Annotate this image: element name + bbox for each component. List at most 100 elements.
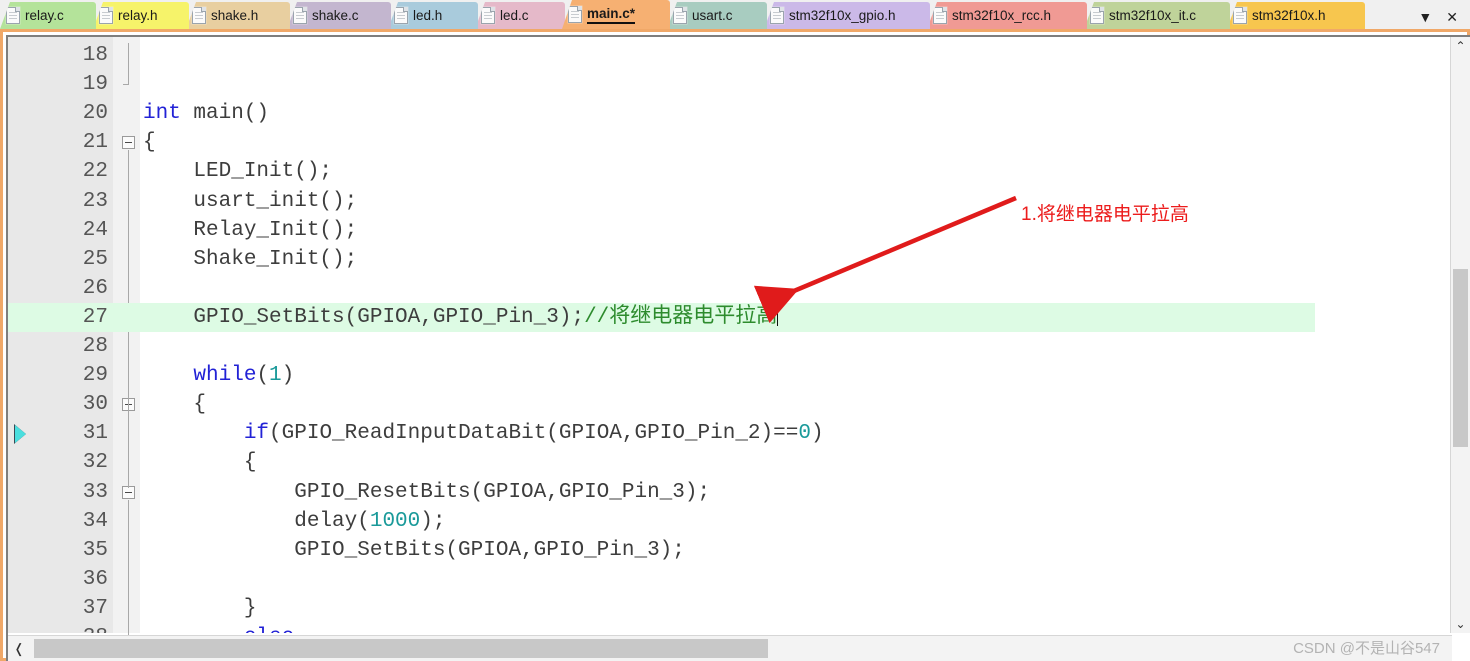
file-icon: [933, 7, 947, 24]
code-text: if(GPIO_ReadInputDataBit(GPIOA,GPIO_Pin_…: [243, 422, 824, 446]
file-icon: [481, 7, 495, 24]
code-line[interactable]: 32 {: [8, 448, 1442, 477]
code-line[interactable]: 22 LED_Init();: [8, 157, 1442, 186]
code-line[interactable]: 23 usart_init();: [8, 187, 1442, 216]
line-number: 37: [82, 596, 108, 620]
code-line[interactable]: 37 }: [8, 594, 1442, 623]
tab-main-c-[interactable]: main.c*: [562, 0, 670, 29]
tab-relay-h[interactable]: relay.h: [93, 2, 189, 29]
tab-label: led.h: [413, 8, 443, 23]
file-icon: [394, 7, 408, 24]
code-line[interactable]: 26: [8, 274, 1442, 303]
line-number: 30: [82, 393, 108, 417]
file-icon: [770, 7, 784, 24]
code-line[interactable]: 35 GPIO_SetBits(GPIOA,GPIO_Pin_3);: [8, 536, 1442, 565]
code-text: }: [143, 596, 257, 620]
scroll-up-icon[interactable]: ⌃: [1451, 37, 1470, 55]
code-line[interactable]: 36: [8, 565, 1442, 594]
chevron-down-icon[interactable]: ▼: [1418, 10, 1432, 24]
code-text: else: [143, 623, 294, 633]
code-text: GPIO_SetBits(GPIOA,GPIO_Pin_3);//将继电器电平拉…: [143, 303, 779, 329]
line-number: 28: [82, 335, 108, 358]
code-line[interactable]: 31 if(GPIO_ReadInputDataBit(GPIOA,GPIO_P…: [8, 419, 1442, 448]
tab-list: relay.c relay.h shake.h shake.c led.h led.c ma…: [0, 0, 1365, 29]
line-number: 38: [8, 623, 108, 633]
tab-bar-controls: ▼ ✕: [1408, 10, 1470, 29]
vertical-scrollbar-thumb[interactable]: [1453, 269, 1468, 447]
tab-stm32f10x-rcc-h[interactable]: stm32f10x_rcc.h: [927, 2, 1087, 29]
code-text: GPIO_ResetBits(GPIOA,GPIO_Pin_3);: [143, 480, 711, 504]
code-text: Shake_Init();: [143, 247, 358, 271]
horizontal-scrollbar[interactable]: ❬ CSDN @不是山谷547: [8, 635, 1452, 661]
code-text: Relay_Init();: [143, 218, 358, 242]
code-line[interactable]: 21 {: [8, 128, 1442, 157]
code-text: GPIO_SetBits(GPIOA,GPIO_Pin_3);: [143, 538, 685, 562]
vertical-scrollbar[interactable]: ⌃ ⌄: [1450, 37, 1470, 633]
line-number: 23: [82, 189, 108, 213]
code-text: {: [143, 393, 207, 417]
annotation-label: 1.将继电器电平拉高: [1021, 204, 1189, 225]
file-icon: [99, 7, 113, 24]
file-icon: [6, 7, 20, 24]
code-text: int main(): [143, 102, 270, 126]
code-line[interactable]: 33 GPIO_ResetBits(GPIOA,GPIO_Pin_3);: [8, 478, 1442, 507]
code-text: usart_init();: [143, 189, 358, 213]
tab-usart-c[interactable]: usart.c: [667, 2, 767, 29]
editor-window-frame: 18 19 20 int main() 21{22 LED_Init(); 23 usar…: [0, 29, 1470, 661]
line-number: 29: [82, 364, 108, 388]
line-number: 24: [82, 218, 108, 242]
code-line[interactable]: 18: [8, 41, 1442, 70]
close-icon[interactable]: ✕: [1446, 10, 1458, 24]
tab-label: main.c*: [587, 6, 636, 24]
tab-shake-h[interactable]: shake.h: [186, 2, 290, 29]
code-text: delay(1000);: [143, 509, 446, 533]
tab-label: relay.h: [118, 8, 158, 23]
code-text: LED_Init();: [143, 160, 333, 184]
editor-inner: 18 19 20 int main() 21{22 LED_Init(); 23 usar…: [6, 35, 1470, 661]
line-number: 22: [82, 160, 108, 184]
line-number: 21: [82, 131, 108, 155]
watermark-text: CSDN @不是山谷547: [1293, 640, 1440, 657]
file-icon: [192, 7, 206, 24]
tab-label: stm32f10x_gpio.h: [789, 8, 896, 23]
line-number: 32: [82, 451, 108, 475]
code-line[interactable]: 29 while(1): [8, 361, 1442, 390]
scroll-left-icon[interactable]: ❬: [8, 636, 30, 661]
line-number: 20: [82, 102, 108, 126]
line-number: 31: [82, 422, 108, 446]
line-number: 27: [82, 305, 108, 329]
tab-led-c[interactable]: led.c: [475, 2, 565, 29]
tab-label: shake.h: [211, 8, 259, 23]
horizontal-scrollbar-thumb[interactable]: [34, 639, 768, 658]
file-icon: [293, 7, 307, 24]
code-text-area[interactable]: 18 19 20 int main() 21{22 LED_Init(); 23 usar…: [8, 37, 1442, 633]
tab-stm32f10x-it-c[interactable]: stm32f10x_it.c: [1084, 2, 1230, 29]
file-icon: [1090, 7, 1104, 24]
text-caret: [777, 303, 779, 326]
tab-label: relay.c: [25, 8, 64, 23]
tab-stm32f10x-gpio-h[interactable]: stm32f10x_gpio.h: [764, 2, 930, 29]
code-line[interactable]: 34 delay(1000);: [8, 507, 1442, 536]
code-line[interactable]: 30 {: [8, 390, 1442, 419]
line-number: 26: [82, 276, 108, 300]
line-number: 34: [82, 509, 108, 533]
code-line[interactable]: 27 GPIO_SetBits(GPIOA,GPIO_Pin_3);//将继电器…: [8, 302, 1315, 332]
code-line[interactable]: 25 Shake_Init();: [8, 245, 1442, 274]
code-text: {: [143, 451, 257, 475]
tab-shake-c[interactable]: shake.c: [287, 2, 391, 29]
tab-relay-c[interactable]: relay.c: [0, 2, 96, 29]
line-number: 33: [82, 480, 108, 504]
code-line[interactable]: 24 Relay_Init();: [8, 216, 1442, 245]
tab-label: led.c: [500, 8, 529, 23]
code-line[interactable]: 28: [8, 332, 1442, 361]
tab-stm32f10x-h[interactable]: stm32f10x.h: [1227, 2, 1365, 29]
code-line[interactable]: 38 else: [8, 623, 1442, 633]
code-line[interactable]: 19: [8, 70, 1442, 99]
scroll-down-icon[interactable]: ⌄: [1451, 615, 1470, 633]
tab-led-h[interactable]: led.h: [388, 2, 478, 29]
line-number: 25: [82, 247, 108, 271]
tab-label: usart.c: [692, 8, 733, 23]
code-line[interactable]: 20 int main(): [8, 99, 1442, 128]
tab-label: stm32f10x_rcc.h: [952, 8, 1052, 23]
editor-tab-bar: relay.c relay.h shake.h shake.c led.h led.c ma…: [0, 0, 1470, 29]
